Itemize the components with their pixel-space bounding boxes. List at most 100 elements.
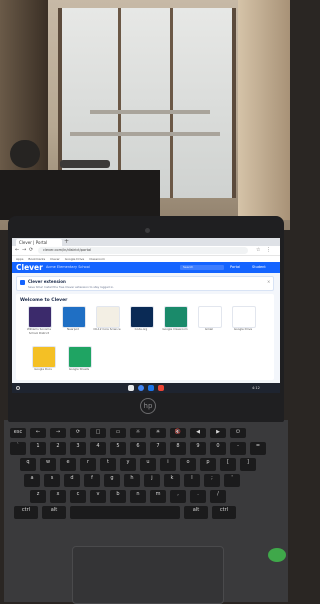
forward-icon[interactable]: →: [22, 246, 26, 255]
key[interactable]: h: [124, 474, 140, 487]
space-key[interactable]: [70, 506, 180, 519]
portal-link[interactable]: Portal: [230, 262, 240, 273]
app-tile[interactable]: Code.org: [128, 306, 154, 340]
app-tile[interactable]: Gmail: [196, 306, 222, 340]
key[interactable]: a: [24, 474, 40, 487]
key[interactable]: t: [100, 458, 116, 471]
key[interactable]: f: [84, 474, 100, 487]
key[interactable]: i: [160, 458, 176, 471]
key[interactable]: 8: [170, 442, 186, 455]
key[interactable]: -: [230, 442, 246, 455]
webcam: [145, 228, 150, 233]
trackpad[interactable]: [72, 546, 224, 604]
key[interactable]: →: [50, 428, 66, 438]
key[interactable]: n: [130, 490, 146, 503]
wall-pillar-right: [238, 0, 290, 220]
files-icon[interactable]: [128, 385, 134, 391]
key[interactable]: u: [140, 458, 156, 471]
clever-logo[interactable]: Clever: [16, 262, 43, 273]
key[interactable]: j: [144, 474, 160, 487]
key[interactable]: =: [250, 442, 266, 455]
back-icon[interactable]: ←: [15, 246, 19, 255]
key[interactable]: o: [180, 458, 196, 471]
key[interactable]: s: [44, 474, 60, 487]
key[interactable]: p: [200, 458, 216, 471]
key[interactable]: alt: [42, 506, 66, 519]
key[interactable]: ,: [170, 490, 186, 503]
key[interactable]: 0: [210, 442, 226, 455]
key[interactable]: `: [10, 442, 26, 455]
docs-icon[interactable]: [148, 385, 154, 391]
app-tile[interactable]: CK-12 Core Science: [93, 306, 121, 340]
key[interactable]: c: [70, 490, 86, 503]
key[interactable]: ': [224, 474, 240, 487]
app-tile[interactable]: Google Classroom: [162, 306, 188, 340]
key[interactable]: 9: [190, 442, 206, 455]
key[interactable]: [: [220, 458, 236, 471]
chrome-icon[interactable]: [138, 385, 144, 391]
app-icon: [164, 306, 188, 328]
key[interactable]: x: [50, 490, 66, 503]
close-icon[interactable]: ×: [267, 279, 270, 285]
menu-icon[interactable]: ⋮: [266, 246, 271, 255]
key[interactable]: ▭: [110, 428, 126, 438]
app-icon: [68, 346, 92, 368]
app-label: Google Drive: [233, 327, 253, 331]
key[interactable]: .: [190, 490, 206, 503]
key[interactable]: ☼: [130, 428, 146, 438]
key[interactable]: ctrl: [14, 506, 38, 519]
key[interactable]: alt: [184, 506, 208, 519]
key[interactable]: /: [210, 490, 226, 503]
key[interactable]: 1: [30, 442, 46, 455]
app-icon: [130, 306, 154, 328]
app-tile[interactable]: Google Docs: [30, 346, 56, 380]
key[interactable]: 7: [150, 442, 166, 455]
key[interactable]: ctrl: [212, 506, 236, 519]
key[interactable]: ⟳: [70, 428, 86, 438]
search-input[interactable]: Search: [180, 265, 224, 270]
key[interactable]: ]: [240, 458, 256, 471]
app-tile[interactable]: Williams Sonoma School District: [26, 306, 52, 340]
browser-tab[interactable]: Clever | Portal: [16, 239, 62, 246]
app-icon: [96, 306, 120, 328]
key[interactable]: e: [60, 458, 76, 471]
key[interactable]: ⏻: [230, 428, 246, 438]
key[interactable]: d: [64, 474, 80, 487]
reload-icon[interactable]: ⟳: [29, 246, 33, 255]
app-icon: [28, 306, 52, 328]
key[interactable]: w: [40, 458, 56, 471]
key[interactable]: 🔇: [170, 428, 186, 438]
launcher-icon[interactable]: [16, 386, 20, 390]
key[interactable]: □: [90, 428, 106, 438]
key[interactable]: v: [90, 490, 106, 503]
key[interactable]: esc: [10, 428, 26, 438]
system-tray-time[interactable]: 4:12: [252, 383, 260, 393]
key[interactable]: 2: [50, 442, 66, 455]
key[interactable]: b: [110, 490, 126, 503]
key[interactable]: k: [164, 474, 180, 487]
key[interactable]: y: [120, 458, 136, 471]
key[interactable]: ←: [30, 428, 46, 438]
star-icon[interactable]: ☆: [256, 246, 260, 255]
app-tile[interactable]: Google Drive: [230, 306, 256, 340]
key[interactable]: ;: [204, 474, 220, 487]
user-menu[interactable]: Student: [252, 262, 266, 273]
key[interactable]: ▶: [210, 428, 226, 438]
key[interactable]: 6: [130, 442, 146, 455]
app-tile[interactable]: Google Sheets: [66, 346, 92, 380]
key[interactable]: l: [184, 474, 200, 487]
key[interactable]: q: [20, 458, 36, 471]
youtube-icon[interactable]: [158, 385, 164, 391]
key[interactable]: 4: [90, 442, 106, 455]
key[interactable]: 5: [110, 442, 126, 455]
new-tab-button[interactable]: +: [64, 238, 69, 246]
key[interactable]: r: [80, 458, 96, 471]
key[interactable]: m: [150, 490, 166, 503]
key[interactable]: ☀: [150, 428, 166, 438]
address-bar[interactable]: clever.com/in/district/portal: [38, 247, 248, 254]
key[interactable]: g: [104, 474, 120, 487]
key[interactable]: 3: [70, 442, 86, 455]
app-tile[interactable]: Nearpod: [60, 306, 86, 340]
key[interactable]: z: [30, 490, 46, 503]
key[interactable]: ◀: [190, 428, 206, 438]
